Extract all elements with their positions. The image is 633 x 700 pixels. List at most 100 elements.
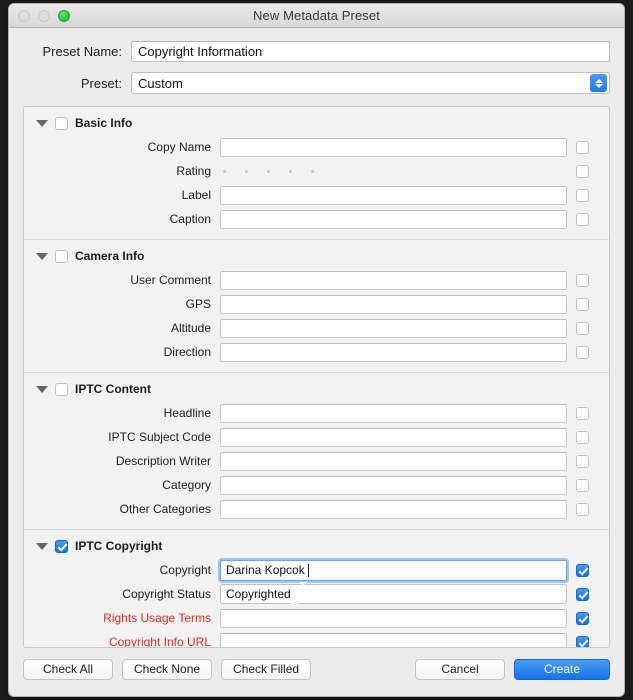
close-icon — [18, 10, 30, 22]
rating-dot[interactable] — [245, 170, 248, 173]
field-label: Description Writer — [24, 454, 220, 468]
section-checkbox[interactable] — [55, 540, 68, 553]
field-input[interactable]: Darina Kopcok — [220, 560, 567, 581]
field-dropdown[interactable]: Copyrighted — [220, 584, 567, 604]
footer-button-bar: Check All Check None Check Filled Cancel… — [9, 642, 624, 696]
field-checkbox-cell — [567, 564, 597, 577]
rating-control[interactable] — [220, 170, 567, 173]
field-input[interactable] — [220, 319, 567, 338]
field-checkbox-cell — [567, 189, 597, 202]
field-checkbox[interactable] — [576, 431, 589, 444]
section-checkbox[interactable] — [55, 117, 68, 130]
field-checkbox[interactable] — [576, 346, 589, 359]
field-checkbox[interactable] — [576, 588, 589, 601]
field-input[interactable] — [220, 186, 567, 205]
field-checkbox[interactable] — [576, 455, 589, 468]
field-input[interactable] — [220, 452, 567, 471]
window-title: New Metadata Preset — [253, 8, 380, 23]
section-iptc-content: IPTC ContentHeadlineIPTC Subject CodeDes… — [24, 372, 609, 529]
create-button[interactable]: Create — [514, 659, 610, 680]
text-caret — [308, 564, 309, 577]
field-checkbox-cell — [567, 346, 597, 359]
field-checkbox[interactable] — [576, 274, 589, 287]
field-label: Altitude — [24, 321, 220, 335]
field-checkbox[interactable] — [576, 503, 589, 516]
field-checkbox-cell — [567, 503, 597, 516]
field-label: Rating — [24, 164, 220, 178]
field-checkbox[interactable] — [576, 612, 589, 625]
rating-dot[interactable] — [311, 170, 314, 173]
rating-dot[interactable] — [267, 170, 270, 173]
field-checkbox[interactable] — [576, 322, 589, 335]
field-row: Copy Name — [24, 135, 609, 159]
field-label: GPS — [24, 297, 220, 311]
field-checkbox-cell — [567, 612, 597, 625]
field-checkbox[interactable] — [576, 298, 589, 311]
field-checkbox-cell — [567, 141, 597, 154]
zoom-icon[interactable] — [58, 10, 70, 22]
field-row: User Comment — [24, 268, 609, 292]
preset-name-input[interactable]: Copyright Information — [131, 41, 610, 62]
field-checkbox[interactable] — [576, 189, 589, 202]
field-checkbox[interactable] — [576, 141, 589, 154]
check-all-button[interactable]: Check All — [23, 659, 113, 680]
preset-dropdown[interactable]: Custom — [131, 72, 610, 94]
field-input[interactable] — [220, 428, 567, 447]
field-checkbox-cell — [567, 274, 597, 287]
field-label: Copyright Status — [24, 587, 220, 601]
field-checkbox[interactable] — [576, 479, 589, 492]
section-title: Basic Info — [75, 116, 132, 130]
disclosure-triangle-icon[interactable] — [36, 253, 48, 260]
section-checkbox[interactable] — [55, 383, 68, 396]
field-input[interactable] — [220, 271, 567, 290]
field-row: GPS — [24, 292, 609, 316]
section-title: IPTC Copyright — [75, 539, 162, 553]
section-header: IPTC Copyright — [24, 539, 609, 553]
field-checkbox[interactable] — [576, 407, 589, 420]
section-iptc-copyright: IPTC Copyright Copyright Darina Kopcok Cop… — [24, 529, 609, 648]
rating-dot[interactable] — [223, 170, 226, 173]
section-title: Camera Info — [75, 249, 144, 263]
cancel-button[interactable]: Cancel — [415, 659, 505, 680]
check-filled-button[interactable]: Check Filled — [221, 659, 311, 680]
field-label: Copyright — [24, 563, 220, 577]
field-input[interactable] — [220, 500, 567, 519]
traffic-lights — [18, 10, 70, 22]
field-row: Description Writer — [24, 449, 609, 473]
field-input[interactable] — [220, 343, 567, 362]
check-none-button[interactable]: Check None — [122, 659, 212, 680]
field-checkbox[interactable] — [576, 564, 589, 577]
field-checkbox-cell — [567, 407, 597, 420]
field-input[interactable] — [220, 138, 567, 157]
field-input[interactable] — [220, 404, 567, 423]
disclosure-triangle-icon[interactable] — [36, 543, 48, 550]
field-row: Other Categories — [24, 497, 609, 521]
field-row: Copyright StatusCopyrighted — [24, 582, 609, 606]
section-checkbox[interactable] — [55, 250, 68, 263]
preset-name-label: Preset Name: — [23, 44, 131, 59]
metadata-sections-panel[interactable]: Basic InfoCopy NameRatingLabelCaptionCam… — [23, 106, 610, 648]
field-input[interactable] — [220, 476, 567, 495]
field-row: Altitude — [24, 316, 609, 340]
field-input[interactable] — [220, 295, 567, 314]
field-checkbox[interactable] — [576, 213, 589, 226]
field-label: IPTC Subject Code — [24, 430, 220, 444]
field-input[interactable] — [220, 210, 567, 229]
field-input[interactable] — [220, 609, 567, 628]
field-row: Label — [24, 183, 609, 207]
preset-name-row: Preset Name: Copyright Information — [9, 41, 624, 62]
preset-row: Preset: Custom — [9, 72, 624, 94]
disclosure-triangle-icon[interactable] — [36, 120, 48, 127]
field-label: Headline — [24, 406, 220, 420]
field-input-value: Darina Kopcok — [226, 563, 305, 577]
field-row: Category — [24, 473, 609, 497]
field-checkbox-cell — [567, 213, 597, 226]
section-header: Basic Info — [24, 116, 609, 130]
rating-dot[interactable] — [289, 170, 292, 173]
field-checkbox[interactable] — [576, 165, 589, 178]
disclosure-triangle-icon[interactable] — [36, 386, 48, 393]
field-row: Rights Usage Terms — [24, 606, 609, 630]
field-checkbox-cell — [567, 322, 597, 335]
section-header: Camera Info — [24, 249, 609, 263]
field-checkbox-cell — [567, 298, 597, 311]
